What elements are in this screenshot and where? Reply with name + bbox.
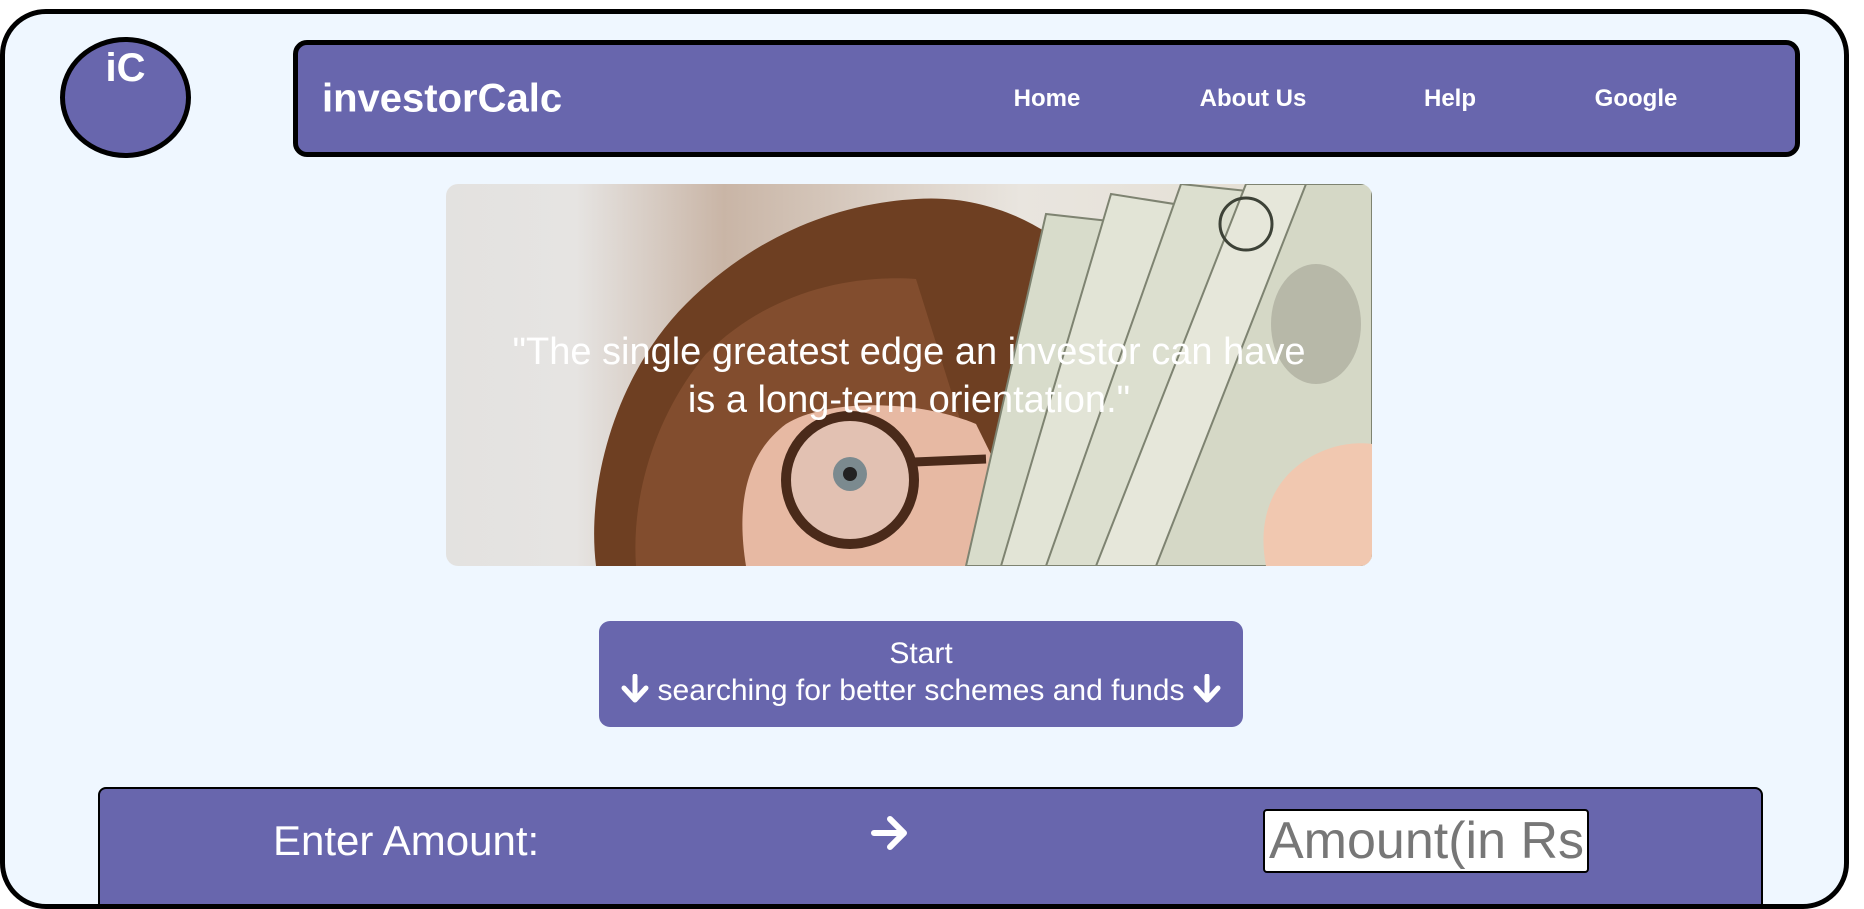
hero-image: "The single greatest edge an investor ca… [446, 184, 1372, 566]
nav-link-google[interactable]: Google [1595, 85, 1678, 113]
navbar: investorCalc Home About Us Help Google [293, 40, 1800, 157]
start-button-subtitle: searching for better schemes and funds [657, 674, 1185, 707]
arrow-right-icon [871, 816, 907, 850]
amount-panel: Enter Amount: [98, 787, 1763, 904]
nav-link-home[interactable]: Home [1014, 85, 1081, 113]
arrow-down-icon [1193, 673, 1221, 703]
nav-link-help[interactable]: Help [1424, 85, 1476, 113]
start-button-subtitle-row: searching for better schemes and funds [599, 672, 1243, 709]
amount-label: Enter Amount: [273, 817, 540, 864]
hero-quote: "The single greatest edge an investor ca… [446, 328, 1372, 424]
hero-quote-line-1: "The single greatest edge an investor ca… [512, 331, 1306, 373]
page-frame: iC investorCalc Home About Us Help Googl… [0, 9, 1849, 909]
logo[interactable]: iC [60, 37, 191, 158]
start-button[interactable]: Start searching for better schemes and f… [599, 621, 1243, 727]
brand-title[interactable]: investorCalc [322, 76, 562, 121]
nav-link-about-us[interactable]: About Us [1200, 85, 1307, 113]
arrow-down-icon [621, 673, 649, 703]
hero-quote-line-2: is a long-term orientation." [687, 379, 1131, 421]
start-button-title: Start [889, 637, 953, 670]
amount-input[interactable] [1263, 809, 1589, 873]
